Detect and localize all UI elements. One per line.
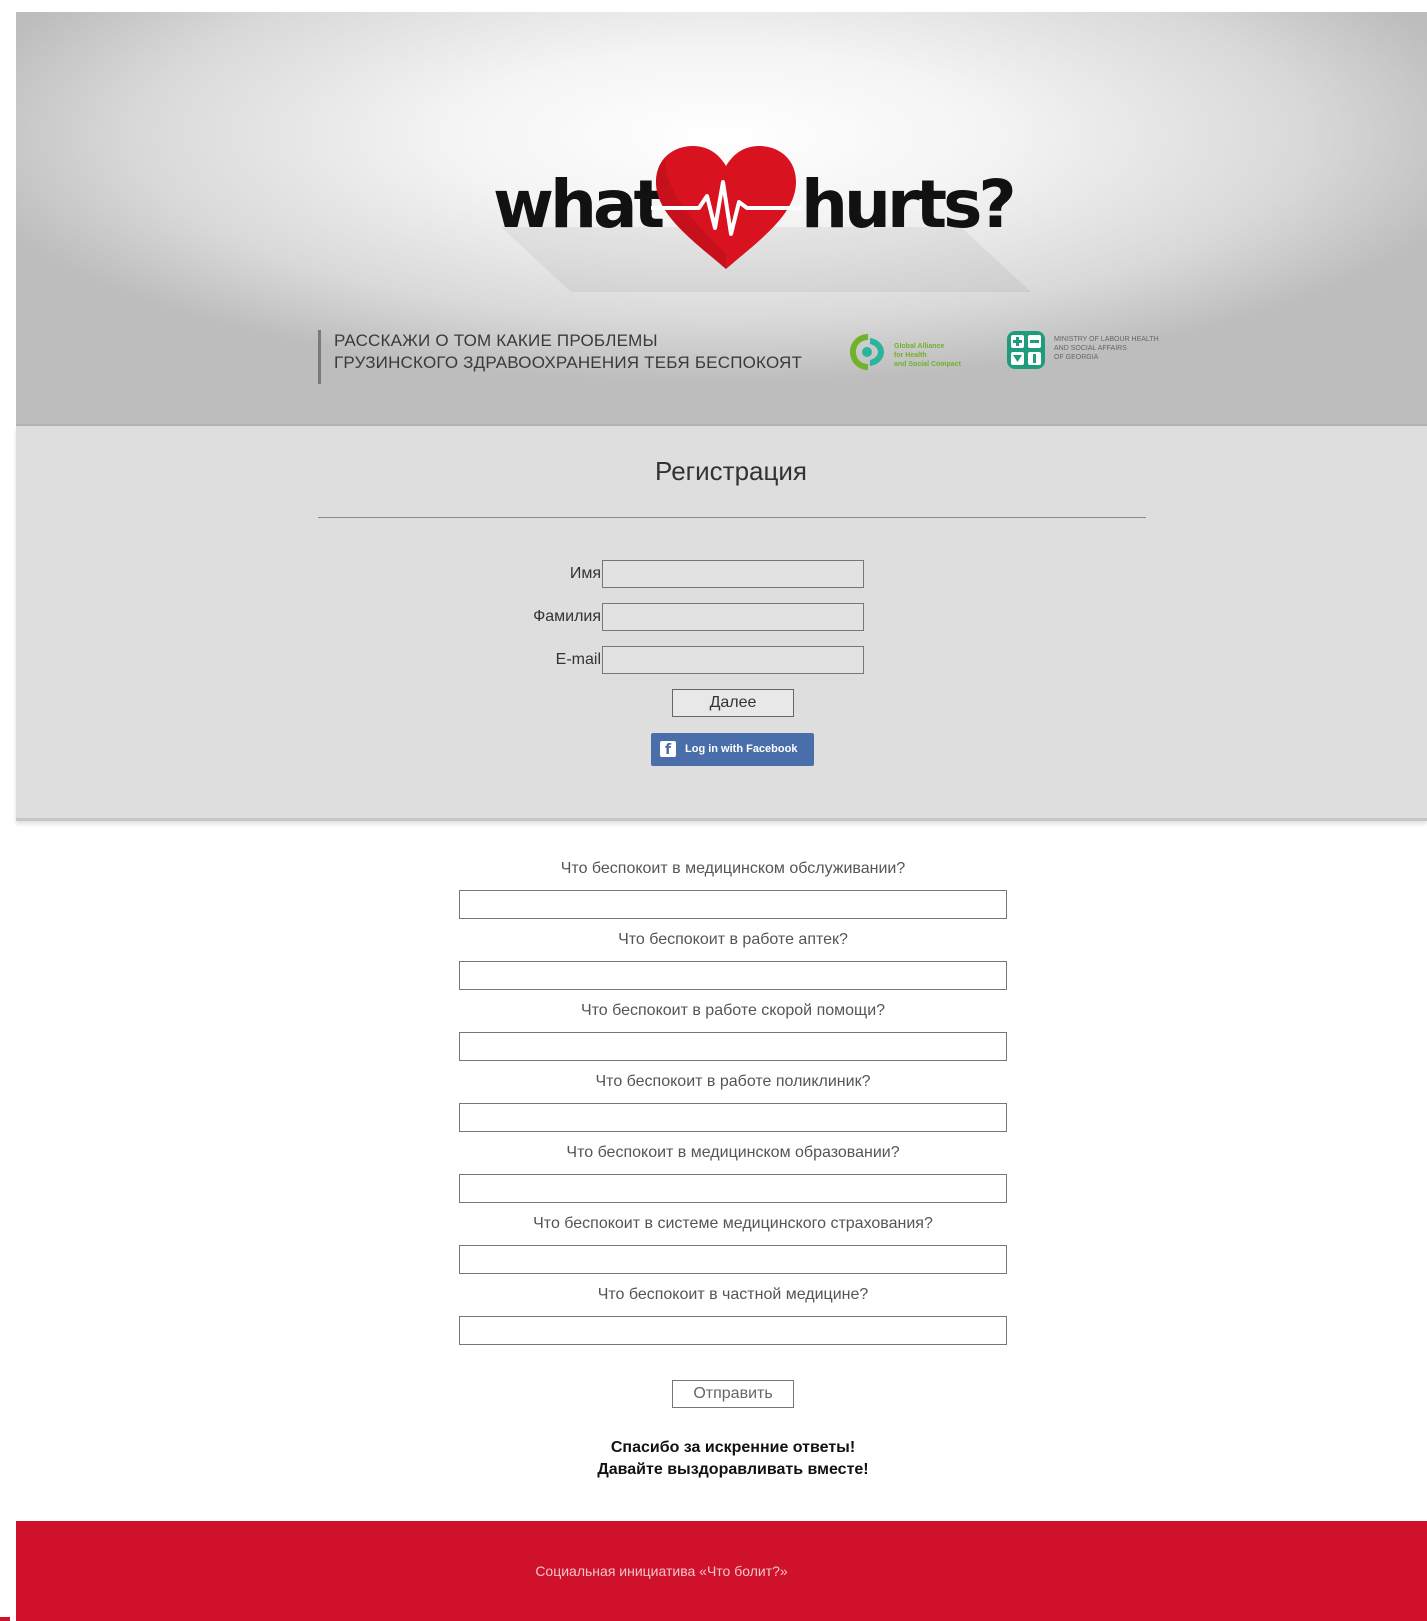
logo-word-what: what xyxy=(493,166,665,243)
facebook-login-label: Log in with Facebook xyxy=(685,743,798,755)
question-input-medical-service[interactable] xyxy=(459,890,1007,919)
question-label-clinics: Что беспокоит в работе поликлиник? xyxy=(595,1073,871,1090)
question-input-education[interactable] xyxy=(459,1174,1007,1203)
thanks-line-2: Давайте выздоравливать вместе! xyxy=(597,1461,869,1478)
page: what hurts? РАССКАЖИ О ТОМ КАКИЕ ПРОБЛЕМ… xyxy=(0,0,1427,1621)
facebook-login-button[interactable]: f Log in with Facebook xyxy=(651,733,814,766)
next-button[interactable]: Далее xyxy=(672,689,794,717)
submit-button[interactable]: Отправить xyxy=(672,1380,794,1408)
global-alliance-logo-icon xyxy=(850,334,884,370)
partner-ministry: MINISTRY OF LABOUR HEALTH AND SOCIAL AFF… xyxy=(1006,330,1186,380)
question-input-pharmacies[interactable] xyxy=(459,961,1007,990)
question-label-medical-service: Что беспокоит в медицинском обслуживании… xyxy=(560,860,906,877)
what-hurts-logo: what hurts? xyxy=(491,132,1031,292)
corner-mark xyxy=(0,1617,10,1621)
question-input-private-medicine[interactable] xyxy=(459,1316,1007,1345)
partner-global-alliance-text: Global Alliance for Health and Social Co… xyxy=(894,343,961,368)
last-name-input[interactable] xyxy=(602,603,864,631)
tagline: РАССКАЖИ О ТОМ КАКИЕ ПРОБЛЕМЫ ГРУЗИНСКОГ… xyxy=(318,330,802,384)
heart-pulse-icon xyxy=(651,146,801,269)
email-input[interactable] xyxy=(602,646,864,674)
partner-global-alliance: Global Alliance for Health and Social Co… xyxy=(844,330,984,380)
question-label-ambulance: Что беспокоит в работе скорой помощи? xyxy=(580,1002,886,1019)
last-name-label: Фамилия xyxy=(533,608,601,625)
first-name-row: Имя xyxy=(16,560,1427,590)
thanks-line-1: Спасибо за искренние ответы! xyxy=(610,1439,856,1456)
footer: Социальная инициатива «Что болит?» xyxy=(16,1521,1427,1621)
logo-word-hurts: hurts? xyxy=(801,166,1017,243)
first-name-label: Имя xyxy=(569,565,601,582)
partner-ministry-text: MINISTRY OF LABOUR HEALTH AND SOCIAL AFF… xyxy=(1054,336,1159,361)
question-label-pharmacies: Что беспокоит в работе аптек? xyxy=(618,931,848,948)
thanks-message: Спасибо за искренние ответы! Давайте выз… xyxy=(0,1437,1427,1481)
header-banner: what hurts? РАССКАЖИ О ТОМ КАКИЕ ПРОБЛЕМ… xyxy=(16,12,1427,426)
registration-section: Регистрация Имя Фамилия E-mail Далее f L… xyxy=(16,426,1427,821)
question-input-insurance[interactable] xyxy=(459,1245,1007,1274)
registration-divider xyxy=(318,517,1146,518)
tagline-line-1: РАССКАЖИ О ТОМ КАКИЕ ПРОБЛЕМЫ xyxy=(334,331,658,350)
question-input-ambulance[interactable] xyxy=(459,1032,1007,1061)
email-row: E-mail xyxy=(16,646,1427,676)
first-name-input[interactable] xyxy=(602,560,864,588)
footer-text: Социальная инициатива «Что болит?» xyxy=(535,1563,788,1579)
question-label-insurance: Что беспокоит в системе медицинского стр… xyxy=(533,1215,933,1232)
last-name-row: Фамилия xyxy=(16,603,1427,633)
ministry-logo-icon xyxy=(1007,331,1045,369)
question-label-education: Что беспокоит в медицинском образовании? xyxy=(566,1144,900,1161)
facebook-icon: f xyxy=(660,741,676,758)
question-input-clinics[interactable] xyxy=(459,1103,1007,1132)
tagline-line-2: ГРУЗИНСКОГО ЗДРАВООХРАНЕНИЯ ТЕБЯ БЕСПОКО… xyxy=(334,353,803,372)
registration-title: Регистрация xyxy=(655,456,807,486)
question-label-private-medicine: Что беспокоит в частной медицине? xyxy=(597,1286,869,1303)
email-label: E-mail xyxy=(555,651,601,668)
